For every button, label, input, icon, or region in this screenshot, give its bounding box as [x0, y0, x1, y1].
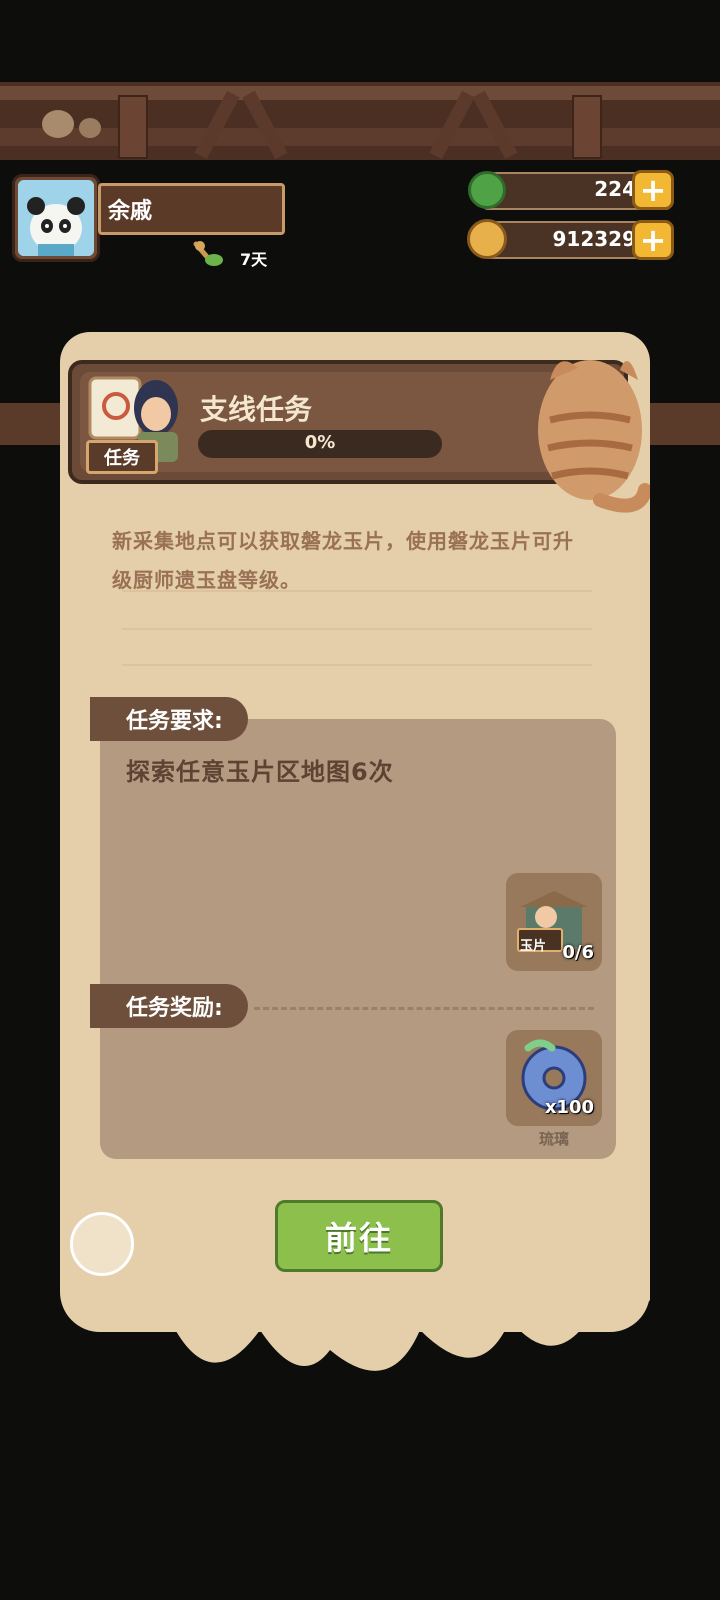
task-tag: 任务: [86, 440, 158, 474]
add-gold-button[interactable]: +: [632, 220, 674, 260]
reward-divider: [254, 1007, 594, 1010]
requirement-item-count: 0/6: [562, 942, 594, 963]
beam-rail: [0, 86, 720, 100]
jade-amount: 224: [594, 177, 636, 201]
beam-rail-lower: [0, 128, 720, 146]
requirement-label: 任务要求:: [90, 697, 248, 741]
beam-post: [572, 95, 602, 159]
scroll-knob: [70, 1212, 134, 1276]
chick-icon: [42, 110, 101, 138]
task-title: 支线任务: [200, 393, 313, 426]
reward-item-count: x100: [544, 1097, 594, 1118]
avatar[interactable]: [18, 180, 94, 256]
reward-label: 任务奖励:: [90, 984, 248, 1028]
cat-icon: [538, 360, 650, 513]
add-jade-button[interactable]: +: [632, 170, 674, 210]
reward-item-name: 琉璃: [538, 1130, 569, 1148]
scroll-rod-right: [640, 403, 720, 445]
gold-amount: 912329: [552, 227, 637, 251]
login-days: 7天: [240, 250, 268, 269]
ruled-line: [122, 664, 592, 666]
player-name: 余戚: [108, 199, 153, 224]
sprout-icon: [193, 241, 223, 266]
panda-avatar-icon: [18, 180, 94, 256]
ruled-line: [122, 590, 592, 592]
requirement-text: 探索任意玉片区地图6次: [126, 758, 394, 786]
task-progress-text: 0%: [304, 432, 336, 453]
ruled-line: [122, 628, 592, 630]
task-description: 新采集地点可以获取磐龙玉片，使用磐龙玉片可升级厨师遗玉盘等级。: [112, 529, 574, 592]
go-button[interactable]: 前往: [275, 1200, 443, 1272]
beam-post: [118, 95, 148, 159]
